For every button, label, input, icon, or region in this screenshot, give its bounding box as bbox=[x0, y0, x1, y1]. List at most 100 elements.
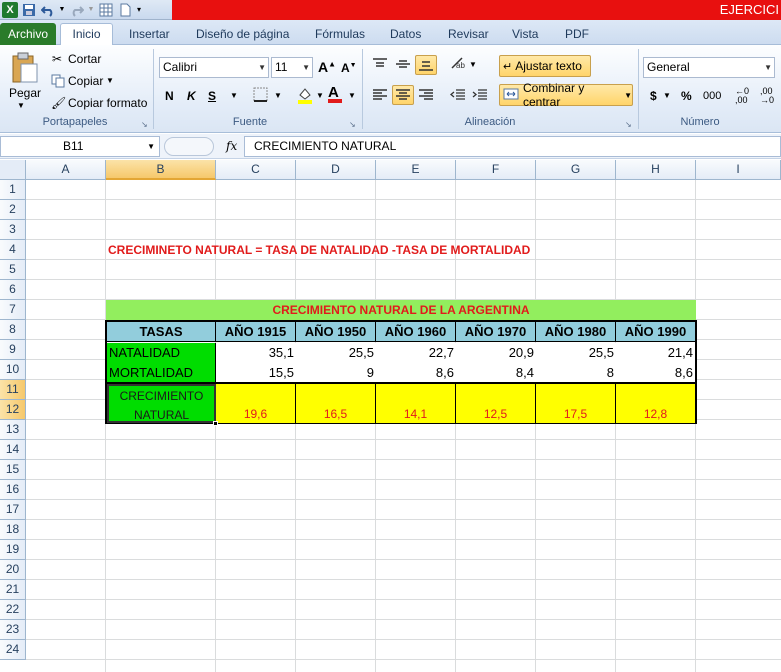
row-header[interactable]: 20 bbox=[0, 560, 26, 580]
column-header-d[interactable]: D bbox=[296, 160, 376, 180]
crecimiento-label-cell[interactable]: CRECIMIENTO NATURAL bbox=[107, 384, 216, 423]
number-format-combo[interactable]: General ▼ bbox=[643, 57, 775, 78]
alignment-launcher-icon[interactable]: ↘ bbox=[625, 120, 632, 129]
formula-expand-handle[interactable] bbox=[164, 137, 214, 156]
format-painter-icon[interactable]: 🖌 bbox=[51, 96, 66, 110]
crecimiento-cell[interactable]: 14,1 bbox=[376, 404, 456, 424]
tab-inicio[interactable]: Inicio bbox=[60, 23, 113, 45]
currency-button[interactable]: $ bbox=[650, 89, 657, 103]
row-header[interactable]: 16 bbox=[0, 480, 26, 500]
customize-toolbar-icon[interactable]: ▾ bbox=[135, 1, 143, 18]
underline-dropdown-icon[interactable]: ▼ bbox=[230, 91, 238, 100]
column-header-b[interactable]: B bbox=[106, 160, 216, 180]
align-middle-icon[interactable] bbox=[395, 57, 411, 74]
crecimiento-cell[interactable]: 19,6 bbox=[216, 404, 296, 424]
copy-dropdown-icon[interactable]: ▼ bbox=[106, 76, 114, 85]
paste-dropdown-icon[interactable]: ▼ bbox=[17, 101, 25, 110]
undo-icon[interactable] bbox=[39, 1, 56, 18]
row-header[interactable]: 14 bbox=[0, 440, 26, 460]
decrease-decimal-icon[interactable]: ,00 →0 bbox=[760, 87, 774, 105]
font-name-combo[interactable]: Calibri ▼ bbox=[159, 57, 269, 78]
fill-color-dropdown-icon[interactable]: ▼ bbox=[316, 91, 324, 100]
select-all-corner[interactable] bbox=[0, 160, 26, 180]
row-header[interactable]: 8 bbox=[0, 320, 26, 340]
header-cell[interactable]: AÑO 1990 bbox=[616, 322, 695, 342]
format-painter-button[interactable]: Copiar formato bbox=[68, 96, 147, 110]
thousands-button[interactable]: 000 bbox=[703, 90, 721, 102]
row-header[interactable]: 12 bbox=[0, 400, 26, 420]
insert-function-icon[interactable]: fx bbox=[226, 139, 237, 153]
table-title[interactable]: CRECIMIENTO NATURAL DE LA ARGENTINA bbox=[106, 300, 696, 320]
tab-formulas[interactable]: Fórmulas bbox=[315, 24, 365, 45]
tab-pdf[interactable]: PDF bbox=[565, 24, 589, 45]
copy-button[interactable]: Copiar bbox=[68, 74, 103, 88]
row-header[interactable]: 9 bbox=[0, 340, 26, 360]
tab-archivo[interactable]: Archivo bbox=[0, 23, 56, 45]
header-cell[interactable]: AÑO 1970 bbox=[456, 322, 536, 342]
tab-revisar[interactable]: Revisar bbox=[448, 24, 489, 45]
tab-vista[interactable]: Vista bbox=[512, 24, 538, 45]
font-color-dropdown-icon[interactable]: ▼ bbox=[348, 91, 356, 100]
formula-note[interactable]: CRECIMINETO NATURAL = TASA DE NATALIDAD … bbox=[108, 240, 530, 260]
cut-button[interactable]: Cortar bbox=[68, 52, 101, 66]
tab-datos[interactable]: Datos bbox=[390, 24, 421, 45]
row-header[interactable]: 11 bbox=[0, 380, 26, 400]
row-header[interactable]: 17 bbox=[0, 500, 26, 520]
column-header-f[interactable]: F bbox=[456, 160, 536, 180]
fill-color-icon[interactable] bbox=[296, 86, 314, 107]
natalidad-cell[interactable]: 35,1 bbox=[216, 343, 296, 363]
row-header[interactable]: 13 bbox=[0, 420, 26, 440]
borders-icon[interactable] bbox=[253, 87, 269, 106]
header-cell[interactable]: AÑO 1950 bbox=[296, 322, 376, 342]
align-bottom-icon[interactable] bbox=[415, 55, 437, 75]
row-header[interactable]: 3 bbox=[0, 220, 26, 240]
column-header-c[interactable]: C bbox=[216, 160, 296, 180]
column-header-e[interactable]: E bbox=[376, 160, 456, 180]
tab-insertar[interactable]: Insertar bbox=[129, 24, 170, 45]
row-header[interactable]: 6 bbox=[0, 280, 26, 300]
header-cell[interactable]: AÑO 1915 bbox=[216, 322, 296, 342]
tab-diseno-pagina[interactable]: Diseño de página bbox=[196, 24, 289, 45]
natalidad-cell[interactable]: 21,4 bbox=[616, 343, 695, 363]
orientation-icon[interactable]: ab bbox=[450, 56, 468, 73]
mortalidad-cell[interactable]: 8,6 bbox=[376, 363, 456, 383]
row-header[interactable]: 21 bbox=[0, 580, 26, 600]
natalidad-label[interactable]: NATALIDAD bbox=[107, 343, 216, 363]
table-icon[interactable] bbox=[97, 1, 114, 18]
natalidad-cell[interactable]: 25,5 bbox=[296, 343, 376, 363]
cut-icon[interactable]: ✂ bbox=[52, 52, 62, 66]
mortalidad-cell[interactable]: 8,4 bbox=[456, 363, 536, 383]
fill-handle[interactable] bbox=[213, 421, 218, 426]
row-header[interactable]: 23 bbox=[0, 620, 26, 640]
header-cell[interactable]: AÑO 1960 bbox=[376, 322, 456, 342]
align-left-icon[interactable] bbox=[372, 88, 388, 105]
crecimiento-cell[interactable]: 16,5 bbox=[296, 404, 376, 424]
row-header[interactable]: 18 bbox=[0, 520, 26, 540]
excel-logo-icon[interactable]: X bbox=[2, 1, 18, 18]
row-header[interactable]: 5 bbox=[0, 260, 26, 280]
undo-dropdown-icon[interactable]: ▼ bbox=[58, 1, 66, 18]
name-box[interactable]: B11 ▼ bbox=[0, 136, 160, 157]
mortalidad-label[interactable]: MORTALIDAD bbox=[107, 363, 216, 383]
mortalidad-cell[interactable]: 9 bbox=[296, 363, 376, 383]
underline-button[interactable]: S bbox=[208, 89, 216, 103]
row-header[interactable]: 19 bbox=[0, 540, 26, 560]
row-header[interactable]: 1 bbox=[0, 180, 26, 200]
row-header[interactable]: 7 bbox=[0, 300, 26, 320]
header-cell[interactable]: AÑO 1980 bbox=[536, 322, 616, 342]
column-header-a[interactable]: A bbox=[26, 160, 106, 180]
currency-dropdown-icon[interactable]: ▼ bbox=[663, 91, 671, 100]
new-doc-icon[interactable] bbox=[116, 1, 133, 18]
crecimiento-cell[interactable]: 12,5 bbox=[456, 404, 536, 424]
save-icon[interactable] bbox=[20, 1, 37, 18]
paste-icon[interactable] bbox=[6, 51, 42, 85]
row-header[interactable]: 15 bbox=[0, 460, 26, 480]
align-right-icon[interactable] bbox=[418, 88, 434, 105]
borders-dropdown-icon[interactable]: ▼ bbox=[274, 91, 282, 100]
worksheet-grid[interactable]: A B C D E F G H I CRECIMINETO NATURAL = … bbox=[0, 160, 781, 672]
row-header[interactable]: 10 bbox=[0, 360, 26, 380]
redo-dropdown-icon[interactable]: ▼ bbox=[87, 1, 95, 18]
mortalidad-cell[interactable]: 15,5 bbox=[216, 363, 296, 383]
row-header[interactable]: 24 bbox=[0, 640, 26, 660]
decrease-indent-icon[interactable] bbox=[449, 88, 466, 105]
